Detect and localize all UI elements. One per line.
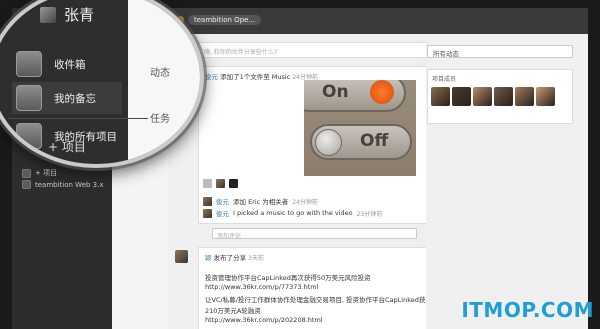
sidebar-item-inbox[interactable]: 收件箱 bbox=[12, 48, 122, 80]
post-link[interactable]: http://www.36kr.com/p/77373.html bbox=[205, 283, 318, 291]
avatar bbox=[40, 6, 56, 23]
sidebar-item-label: + 项目 bbox=[35, 169, 58, 177]
member-avatar[interactable] bbox=[515, 87, 534, 106]
switch-knob bbox=[315, 129, 342, 156]
tab-tasks[interactable]: 任务 bbox=[150, 110, 170, 125]
post-time: 3天前 bbox=[248, 255, 264, 262]
member-avatar[interactable] bbox=[473, 87, 492, 106]
post-header: 俊元 添加了1个文件至 Music 24分钟前 bbox=[205, 71, 318, 81]
comment-item: 俊元 I picked a music to go with the video… bbox=[203, 208, 382, 218]
members-panel: 项目成员 bbox=[427, 69, 573, 124]
sidebar-item-add-project[interactable]: + 项目 bbox=[22, 168, 57, 178]
member-avatar[interactable] bbox=[431, 87, 450, 106]
comment-text: 添加 Eric 为相关者 bbox=[233, 198, 289, 206]
comment-input[interactable]: 添加评论 bbox=[212, 228, 417, 240]
switch-on-label: On bbox=[322, 82, 349, 102]
feed-post: 俊元 添加了1个文件至 Music 24分钟前 On Off 俊元 添加 Eri… bbox=[175, 66, 452, 224]
switch-off-label: Off bbox=[360, 131, 389, 151]
sidebar-item-teambition-web[interactable]: teambition Web 3.x bbox=[22, 180, 104, 189]
comment-time: 24分钟前 bbox=[292, 198, 318, 206]
attached-image[interactable]: On Off bbox=[304, 80, 416, 176]
sidebar-item-label: teambition Web 3.x bbox=[35, 180, 104, 189]
right-panel: 所有动态 项目成员 bbox=[426, 34, 588, 329]
inbox-icon bbox=[16, 51, 42, 77]
avatar bbox=[203, 208, 212, 218]
sidebar-item-memos[interactable]: 我的备忘 bbox=[12, 82, 122, 114]
sidebar-item-label: 收件箱 bbox=[54, 58, 86, 71]
switch-on-graphic: On bbox=[304, 80, 406, 112]
add-follower-icon[interactable] bbox=[203, 179, 212, 188]
feed-post: 颖 发布了分享 3天前 投资管理协作平台CapLinked再次获得50万美元风险… bbox=[175, 247, 452, 329]
comment-time: 23分钟前 bbox=[356, 210, 383, 218]
user-name: 张青 bbox=[64, 6, 95, 24]
post-author[interactable]: 颖 bbox=[205, 254, 212, 262]
add-project-link[interactable]: + 项目 bbox=[48, 138, 86, 155]
project-icon bbox=[22, 180, 31, 189]
comment-item: 俊元 添加 Eric 为相关者 24分钟前 bbox=[203, 196, 318, 206]
tab-activity[interactable]: 动态 bbox=[150, 64, 170, 79]
watermark: ITMOP.COM bbox=[461, 298, 594, 322]
switch-off-graphic: Off bbox=[310, 124, 412, 160]
avatar bbox=[229, 179, 238, 188]
magnifier-lens: 动态 任务 张青 收件箱 我的备忘 我的所有项目 + 项目 bbox=[0, 0, 204, 168]
comment-text: I picked a music to go with the video bbox=[233, 209, 353, 217]
post-link[interactable]: http://www.36kr.com/p/202208.html bbox=[205, 316, 323, 324]
share-input[interactable]: 嗨, 和你的伙伴分享些什么? bbox=[198, 42, 452, 58]
projects-icon bbox=[16, 123, 42, 149]
post-action: 发布了分享 bbox=[213, 254, 247, 262]
post-author[interactable]: 俊元 bbox=[205, 73, 218, 81]
sidebar-item-label: 我的备忘 bbox=[54, 92, 96, 105]
monitor-bezel: 张青 + 项目 teambition Web 3.x 动态 任务 on team… bbox=[0, 0, 600, 329]
activity-feed: 嗨, 和你的伙伴分享些什么? 俊元 添加了1个文件至 Music 24分钟前 O… bbox=[168, 34, 452, 329]
user-menu[interactable]: 张青 bbox=[40, 4, 94, 25]
post-text-line: 让VC/私募/投行工作群体协作处理金融交易项目, 投资协作平台CapLinked… bbox=[205, 296, 426, 304]
members-title: 项目成员 bbox=[432, 76, 457, 83]
avatar bbox=[203, 196, 212, 206]
project-icon bbox=[22, 168, 31, 178]
member-avatar[interactable] bbox=[452, 87, 471, 106]
comment-author[interactable]: 俊元 bbox=[216, 208, 229, 218]
follower-bar bbox=[203, 179, 238, 188]
post-text-line: 投资管理协作平台CapLinked再次获得50万美元风险投资 bbox=[205, 274, 371, 282]
member-avatar[interactable] bbox=[536, 87, 555, 106]
memo-icon bbox=[16, 85, 42, 111]
avatar bbox=[216, 179, 225, 188]
switch-knob bbox=[370, 80, 394, 104]
post-header: 颖 发布了分享 3天前 bbox=[205, 252, 264, 262]
avatar bbox=[175, 250, 188, 263]
post-text-line: 210万美元A轮融资 bbox=[205, 307, 261, 315]
post-action: 添加了1个文件至 Music bbox=[220, 73, 291, 81]
activity-filter-select[interactable]: 所有动态 bbox=[427, 45, 573, 58]
divider bbox=[8, 118, 148, 119]
member-avatar[interactable] bbox=[494, 87, 513, 106]
comment-author[interactable]: 俊元 bbox=[216, 196, 229, 206]
